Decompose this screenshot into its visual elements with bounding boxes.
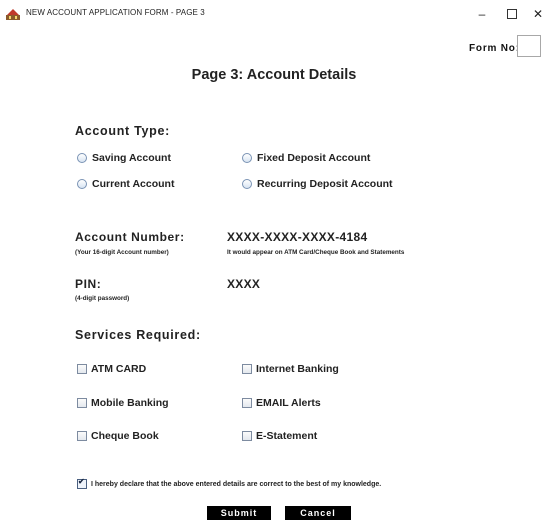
radio-saving-account[interactable]: Saving Account: [77, 152, 171, 164]
checkbox-icon: [242, 364, 252, 374]
account-number-value: XXXX-XXXX-XXXX-4184: [227, 230, 368, 244]
submit-button[interactable]: Submit: [207, 506, 271, 520]
checkbox-label: ATM CARD: [91, 363, 147, 375]
radio-fixed-deposit-account[interactable]: Fixed Deposit Account: [242, 152, 370, 164]
radio-label: Current Account: [92, 178, 175, 190]
pin-value: XXXX: [227, 277, 261, 291]
checkbox-label: Mobile Banking: [91, 397, 169, 409]
account-number-note: It would appear on ATM Card/Cheque Book …: [227, 249, 405, 256]
checkbox-icon: [242, 431, 252, 441]
account-number-label: Account Number:: [75, 230, 185, 244]
account-number-hint: (Your 16-digit Account number): [75, 249, 169, 256]
checkbox-atm-card[interactable]: ATM CARD: [77, 363, 146, 375]
window-title: NEW ACCOUNT APPLICATION FORM - PAGE 3: [26, 8, 205, 17]
radio-icon: [242, 153, 252, 163]
form-no-label: Form No:: [469, 43, 520, 54]
checkbox-icon: [242, 398, 252, 408]
declaration-text: I hereby declare that the above entered …: [91, 480, 382, 488]
checkbox-mobile-banking[interactable]: Mobile Banking: [77, 397, 169, 409]
radio-recurring-deposit-account[interactable]: Recurring Deposit Account: [242, 178, 393, 190]
radio-label: Fixed Deposit Account: [257, 152, 371, 164]
pin-hint: (4-digit password): [75, 295, 130, 302]
form-no-input[interactable]: [517, 35, 541, 57]
checkbox-icon: [77, 364, 87, 374]
radio-label: Saving Account: [92, 152, 171, 164]
minimize-button[interactable]: –: [470, 4, 494, 24]
checkbox-internet-banking[interactable]: Internet Banking: [242, 363, 339, 375]
cancel-button[interactable]: Cancel: [285, 506, 351, 520]
checkbox-label: Internet Banking: [256, 363, 339, 375]
radio-current-account[interactable]: Current Account: [77, 178, 174, 190]
pin-label: PIN:: [75, 277, 102, 291]
app-icon: [6, 9, 20, 20]
checkbox-label: E-Statement: [256, 430, 318, 442]
maximize-icon: [507, 8, 517, 19]
checkbox-cheque-book[interactable]: Cheque Book: [77, 430, 159, 442]
page-title: Page 3: Account Details: [191, 67, 357, 83]
title-bar: NEW ACCOUNT APPLICATION FORM - PAGE 3 – …: [0, 0, 548, 30]
checkbox-label: Cheque Book: [91, 430, 159, 442]
checkbox-label: EMAIL Alerts: [256, 397, 321, 409]
radio-icon: [77, 179, 87, 189]
checkmark-icon: [77, 477, 87, 489]
checkbox-icon: [77, 398, 87, 408]
maximize-button[interactable]: [500, 4, 524, 24]
close-button[interactable]: ✕: [526, 4, 548, 24]
account-type-title: Account Type:: [75, 124, 170, 138]
checkbox-icon: [77, 431, 87, 441]
checkbox-e-statement[interactable]: E-Statement: [242, 430, 317, 442]
declaration-checkbox[interactable]: I hereby declare that the above entered …: [77, 477, 382, 489]
checkbox-email-alerts[interactable]: EMAIL Alerts: [242, 397, 321, 409]
radio-icon: [77, 153, 87, 163]
radio-label: Recurring Deposit Account: [257, 178, 393, 190]
services-title: Services Required:: [75, 328, 201, 342]
radio-icon: [242, 179, 252, 189]
